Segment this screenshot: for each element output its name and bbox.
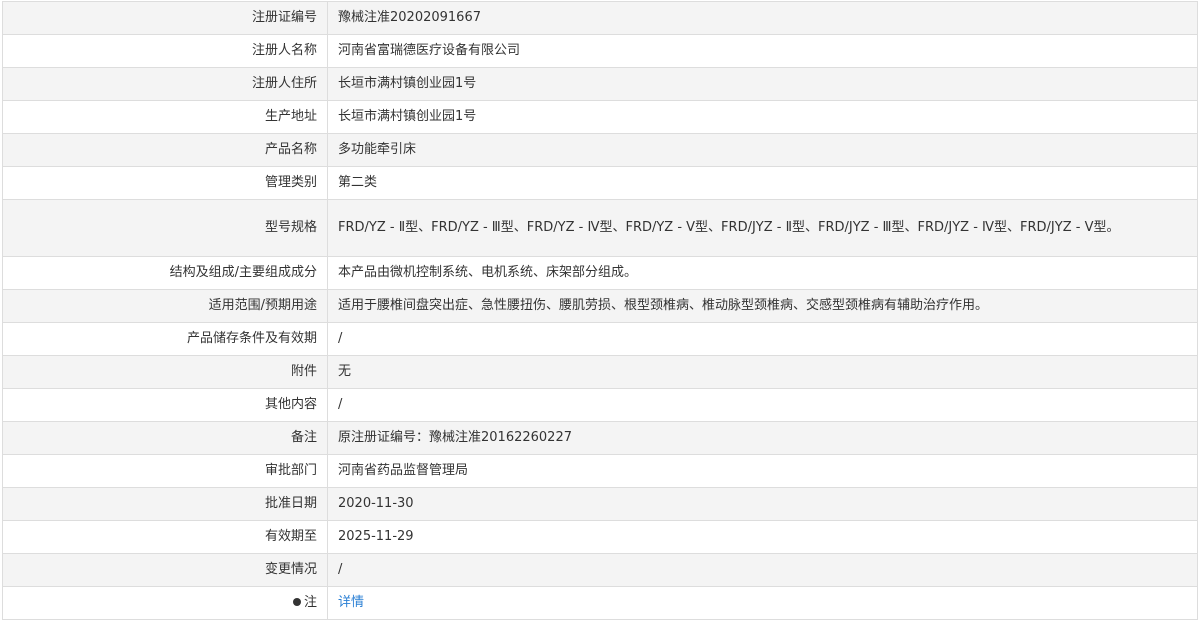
field-value: 河南省药品监督管理局 (327, 454, 1198, 488)
table-row: 有效期至 2025-11-29 (2, 520, 1198, 554)
table-row: 备注 原注册证编号：豫械注准20162260227 (2, 421, 1198, 455)
note-label: 注 (303, 595, 317, 610)
field-label: 有效期至 (2, 520, 328, 554)
field-label: 附件 (2, 355, 328, 389)
table-row: 型号规格 FRD/YZ - Ⅱ型、FRD/YZ - Ⅲ型、FRD/YZ - Ⅳ型… (2, 199, 1198, 257)
field-value: 豫械注准20202091667 (327, 1, 1198, 35)
table-row: 结构及组成/主要组成成分 本产品由微机控制系统、电机系统、床架部分组成。 (2, 256, 1198, 290)
field-label: 产品名称 (2, 133, 328, 167)
table-row: 批准日期 2020-11-30 (2, 487, 1198, 521)
table-row: 生产地址 长垣市满村镇创业园1号 (2, 100, 1198, 134)
field-value: FRD/YZ - Ⅱ型、FRD/YZ - Ⅲ型、FRD/YZ - Ⅳ型、FRD/… (327, 199, 1198, 257)
field-label: 生产地址 (2, 100, 328, 134)
field-value: / (327, 388, 1198, 422)
field-label: 注册人名称 (2, 34, 328, 68)
detail-page: 注册证编号 豫械注准20202091667 注册人名称 河南省富瑞德医疗设备有限… (0, 0, 1200, 632)
table-row: 其他内容 / (2, 388, 1198, 422)
field-value: 适用于腰椎间盘突出症、急性腰扭伤、腰肌劳损、根型颈椎病、椎动脉型颈椎病、交感型颈… (327, 289, 1198, 323)
field-value: 第二类 (327, 166, 1198, 200)
details-link[interactable]: 详情 (338, 595, 364, 610)
field-label: 注册人住所 (2, 67, 328, 101)
lightbulb-icon (292, 597, 301, 606)
field-label: 其他内容 (2, 388, 328, 422)
table-row: 适用范围/预期用途 适用于腰椎间盘突出症、急性腰扭伤、腰肌劳损、根型颈椎病、椎动… (2, 289, 1198, 323)
table-row: 注册人名称 河南省富瑞德医疗设备有限公司 (2, 34, 1198, 68)
field-label: 结构及组成/主要组成成分 (2, 256, 328, 290)
registration-detail-table: 注册证编号 豫械注准20202091667 注册人名称 河南省富瑞德医疗设备有限… (2, 1, 1198, 620)
field-value: 河南省富瑞德医疗设备有限公司 (327, 34, 1198, 68)
table-row: 注册人住所 长垣市满村镇创业园1号 (2, 67, 1198, 101)
field-label: 管理类别 (2, 166, 328, 200)
field-value: 原注册证编号：豫械注准20162260227 (327, 421, 1198, 455)
field-value: 无 (327, 355, 1198, 389)
table-row: 附件 无 (2, 355, 1198, 389)
field-label: 型号规格 (2, 199, 328, 257)
field-label: 适用范围/预期用途 (2, 289, 328, 323)
field-value: 本产品由微机控制系统、电机系统、床架部分组成。 (327, 256, 1198, 290)
field-value: / (327, 553, 1198, 587)
field-label: 产品储存条件及有效期 (2, 322, 328, 356)
field-value: 多功能牵引床 (327, 133, 1198, 167)
field-label: 注册证编号 (2, 1, 328, 35)
field-value: / (327, 322, 1198, 356)
field-label: 审批部门 (2, 454, 328, 488)
table-row: 管理类别 第二类 (2, 166, 1198, 200)
table-row: 审批部门 河南省药品监督管理局 (2, 454, 1198, 488)
field-value: 2020-11-30 (327, 487, 1198, 521)
table-row: 注册证编号 豫械注准20202091667 (2, 1, 1198, 35)
field-value: 2025-11-29 (327, 520, 1198, 554)
note-value-cell: 详情 (327, 586, 1198, 620)
field-label: 备注 (2, 421, 328, 455)
field-label: 变更情况 (2, 553, 328, 587)
table-row: 产品储存条件及有效期 / (2, 322, 1198, 356)
table-row: 注 详情 (2, 586, 1198, 620)
table-row: 产品名称 多功能牵引床 (2, 133, 1198, 167)
field-value: 长垣市满村镇创业园1号 (327, 100, 1198, 134)
field-label: 批准日期 (2, 487, 328, 521)
field-value: 长垣市满村镇创业园1号 (327, 67, 1198, 101)
note-label-cell: 注 (2, 586, 328, 620)
table-row: 变更情况 / (2, 553, 1198, 587)
